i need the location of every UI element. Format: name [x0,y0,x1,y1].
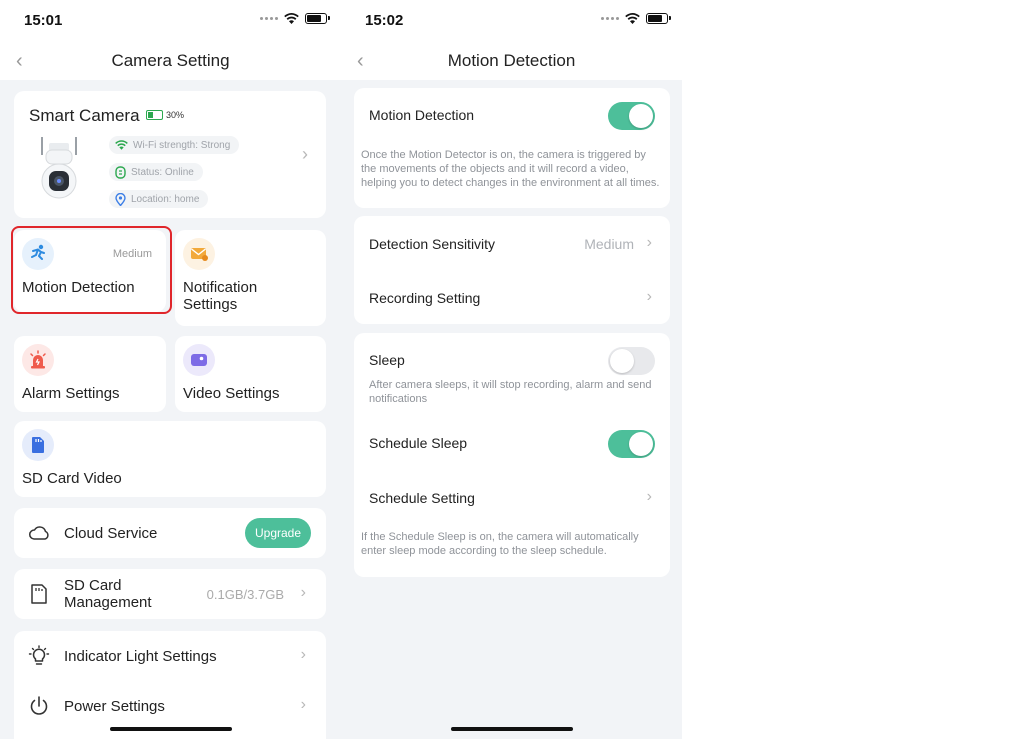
sleep-toggle[interactable] [608,347,655,375]
motion-sensitivity-value: Medium [112,248,152,260]
motion-detection-screen: 15:02 ‹ Motion Detection Motion Detectio… [341,0,682,739]
signal-icon [601,17,619,20]
tile-label: SD Card Video [22,470,122,487]
row-label: Cloud Service [64,525,158,542]
signal-icon [260,17,278,20]
tile-label: Video Settings [183,385,280,402]
location-badge: Location: home [109,190,209,208]
sd-card-icon [22,429,54,461]
page-title: Motion Detection [447,51,576,70]
chevron-right-icon: › [646,488,652,505]
schedule-sleep-label: Schedule Sleep [369,435,468,451]
detection-settings-card: Detection Sensitivity Medium › Recording… [354,216,670,324]
home-indicator[interactable] [109,727,232,731]
row-label: SD Card Management [64,577,152,611]
tile-sd-card-video[interactable]: SD Card Video [14,421,326,497]
status-time: 15:02 [365,12,404,29]
sd-card-icon [31,584,47,604]
tile-label: Alarm Settings [22,385,120,402]
video-icon [183,344,215,376]
chevron-right-icon: › [646,288,652,305]
tile-label: Motion Detection [22,279,135,296]
row-label: Schedule Setting [369,490,475,506]
schedule-sleep-toggle[interactable] [608,430,655,458]
device-battery: 30% [146,110,184,120]
wifi-icon [284,13,299,24]
detection-sensitivity-row[interactable]: Detection Sensitivity Medium › [354,216,670,270]
wifi-strength-badge: Wi-Fi strength: Strong [109,136,240,154]
wifi-icon [115,140,128,150]
chevron-right-icon: › [300,696,306,713]
running-person-icon [22,238,54,270]
schedule-sleep-description: If the Schedule Sleep is on, the camera … [361,531,639,557]
tile-video-settings[interactable]: Video Settings [175,336,326,412]
battery-icon [646,13,671,24]
sd-card-management-row[interactable]: SD Card Management 0.1GB/3.7GB › [14,569,326,619]
motion-detection-description: Once the Motion Detector is on, the came… [361,149,660,189]
light-bulb-icon [28,645,50,665]
sleep-label: Sleep [369,352,405,368]
settings-list-card: Indicator Light Settings › Power Setting… [14,631,326,739]
schedule-setting-row[interactable]: Schedule Setting › [354,470,670,524]
chevron-right-icon: › [300,646,306,663]
indicator-light-row[interactable]: Indicator Light Settings › [14,631,326,681]
location-pin-icon [115,192,126,206]
status-icons [601,13,671,24]
power-icon [30,696,48,715]
row-label: Indicator Light Settings [64,648,217,665]
upgrade-button[interactable]: Upgrade [245,518,311,548]
sleep-settings-card: Sleep After camera sleeps, it will stop … [354,333,670,577]
chevron-right-icon: › [300,584,306,601]
row-label: Detection Sensitivity [369,236,496,252]
wifi-icon [625,13,640,24]
sensitivity-value: Medium [584,236,634,252]
sleep-description: After camera sleeps, it will stop record… [369,379,652,405]
online-icon [115,165,126,179]
envelope-icon [183,238,215,270]
tile-label: Notification Settings [183,279,258,313]
status-time: 15:01 [24,12,63,29]
motion-detection-card: Motion Detection Once the Motion Detecto… [354,88,670,208]
motion-detection-label: Motion Detection [369,107,475,123]
blank-area [682,0,1024,739]
tile-motion-detection[interactable]: Medium Motion Detection [14,230,166,312]
sd-storage-value: 0.1GB/3.7GB [206,587,284,602]
battery-icon [305,13,330,24]
cloud-service-row[interactable]: Cloud Service Upgrade [14,508,326,558]
camera-image [41,137,77,199]
row-label: Recording Setting [369,290,481,306]
status-bar: 15:01 [0,0,341,42]
chevron-right-icon: › [646,234,652,251]
page-title: Camera Setting [111,51,230,70]
row-label: Power Settings [64,698,165,715]
nav-bar: ‹ Camera Setting [0,42,341,80]
status-badge: Status: Online [109,163,203,181]
motion-detection-toggle[interactable] [608,102,655,130]
tile-notification-settings[interactable]: Notification Settings [175,230,326,326]
status-icons [260,13,330,24]
alarm-siren-icon [22,344,54,376]
recording-setting-row[interactable]: Recording Setting › [354,270,670,324]
battery-icon [146,110,163,120]
device-name: Smart Camera [29,106,140,125]
power-settings-row[interactable]: Power Settings › [14,681,326,731]
device-card[interactable]: Smart Camera 30% Wi-Fi strength: Strong … [14,91,326,218]
status-bar: 15:02 [341,0,682,42]
tile-alarm-settings[interactable]: Alarm Settings [14,336,166,412]
nav-bar: ‹ Motion Detection [341,42,682,80]
home-indicator[interactable] [450,727,573,731]
camera-setting-screen: 15:01 ‹ Camera Setting Smart Camera 30% [0,0,341,739]
cloud-icon [29,526,49,540]
chevron-right-icon: › [302,144,308,164]
